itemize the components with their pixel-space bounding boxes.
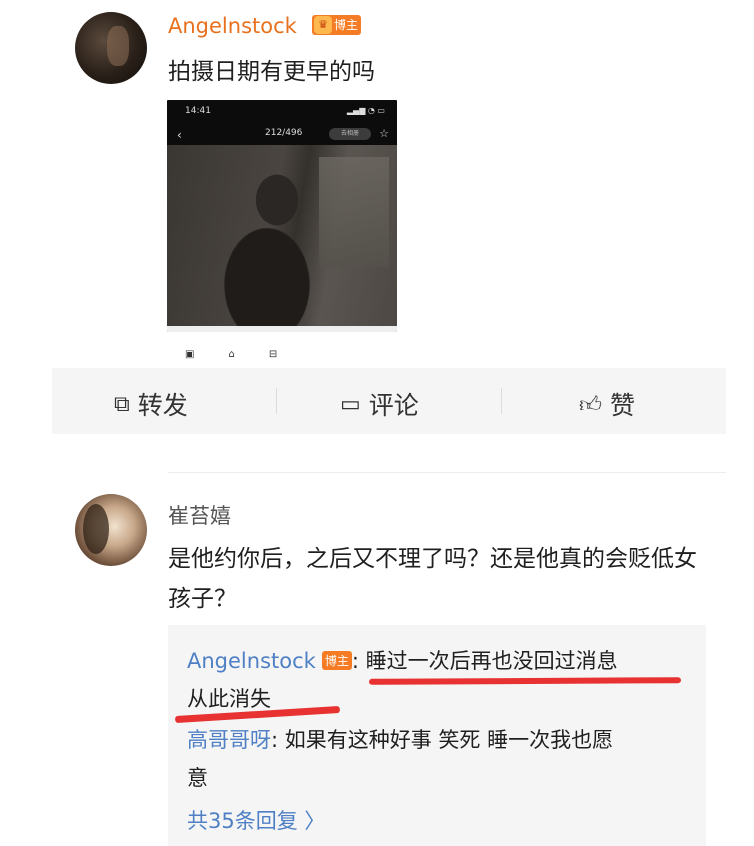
blogger-badge: ♛ 博主 bbox=[312, 14, 362, 35]
post-action-bar: ⧉ 转发 ▭ 评论 👍︎ 赞 bbox=[52, 368, 726, 434]
action-divider bbox=[501, 388, 502, 414]
menu-icon: ⊟ bbox=[268, 349, 278, 360]
trash-icon: ⌂ bbox=[228, 349, 235, 360]
repost-icon: ⧉ bbox=[114, 391, 130, 417]
blogger-badge-small: 博主 bbox=[321, 651, 352, 670]
reply-item: Angelnstock 博主: 睡过一次后再也没回过消息 bbox=[187, 645, 618, 675]
comment-text: 是他约你后，之后又不理了吗？还是他真的会贬低女孩子？ bbox=[168, 546, 697, 612]
blogger-badge-label: 博主 bbox=[334, 18, 359, 32]
like-label: 赞 bbox=[610, 391, 636, 420]
replies-box[interactable]: Angelnstock 博主: 睡过一次后再也没回过消息 从此消失 高哥哥呀: 如… bbox=[168, 625, 706, 846]
action-divider bbox=[276, 388, 277, 414]
post-author-name[interactable]: Angelnstock bbox=[168, 14, 297, 38]
reply-item: 高哥哥呀: 如果有这种好事 笑死 睡一次我也愿 bbox=[187, 724, 613, 754]
commenter-avatar[interactable] bbox=[75, 494, 147, 566]
reply-user[interactable]: 高哥哥呀 bbox=[187, 728, 271, 752]
post-text: 拍摄日期有更早的吗 bbox=[168, 59, 375, 85]
like-button[interactable]: 👍︎ 赞 bbox=[579, 386, 635, 422]
reply-user[interactable]: Angelnstock bbox=[187, 649, 316, 673]
reply-text: : 睡过一次后再也没回过消息 bbox=[351, 649, 618, 673]
like-icon: 👍︎ bbox=[579, 392, 602, 418]
screenshot-counter: 212/496 bbox=[265, 128, 303, 138]
repost-button[interactable]: ⧉ 转发 bbox=[114, 386, 188, 422]
save-icon: ▣ bbox=[185, 349, 195, 360]
repost-label: 转发 bbox=[137, 391, 188, 420]
reply-text: : 如果有这种好事 笑死 睡一次我也愿 bbox=[271, 728, 614, 752]
screenshot-status-time: 14:41 bbox=[185, 106, 211, 116]
more-replies-link[interactable]: 共35条回复 〉 bbox=[187, 805, 325, 835]
comment-label: 评论 bbox=[368, 391, 419, 420]
photo-content bbox=[167, 145, 397, 327]
post-image[interactable]: 14:41 ▂▄▆ ◔ ▭ ‹ 212/496 去相册 ☆ bbox=[167, 100, 397, 332]
crown-icon: ♛ bbox=[314, 15, 332, 34]
screenshot-toolbar: ▣ ⌂ ⊟ bbox=[185, 349, 311, 360]
post-author-avatar[interactable] bbox=[75, 12, 147, 84]
screenshot-bottom-strip bbox=[167, 326, 397, 332]
star-icon: ☆ bbox=[379, 127, 389, 140]
signal-wifi-battery-icon: ▂▄▆ ◔ ▭ bbox=[346, 106, 385, 115]
comment-separator bbox=[168, 472, 726, 473]
comment-icon: ▭ bbox=[340, 391, 361, 417]
comment-button[interactable]: ▭ 评论 bbox=[340, 386, 419, 422]
back-arrow-icon: ‹ bbox=[177, 128, 182, 142]
commenter-name[interactable]: 崔苔嬉 bbox=[168, 500, 231, 530]
reply-text-continued: 从此消失 bbox=[187, 687, 271, 711]
reply-text-continued: 意 bbox=[187, 766, 208, 790]
screenshot-pill: 去相册 bbox=[329, 128, 371, 140]
